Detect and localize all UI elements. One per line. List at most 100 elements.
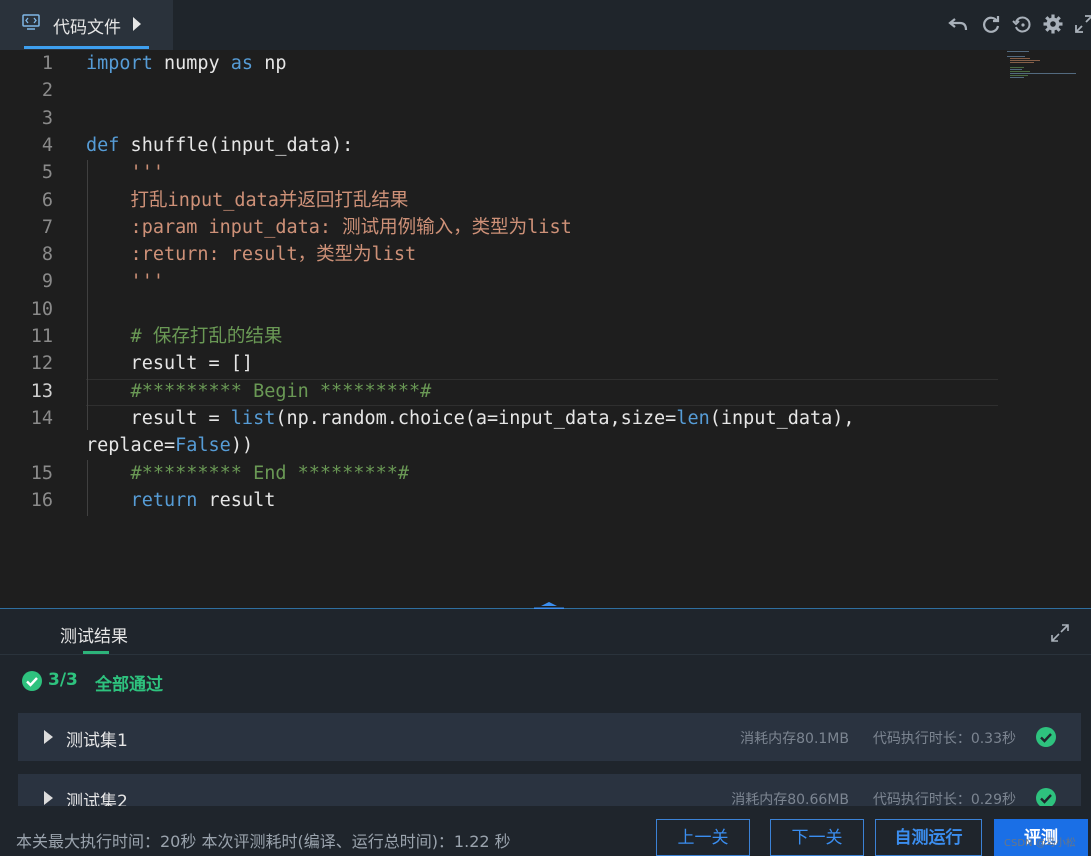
code-token: (input_data), (709, 407, 855, 429)
code-token: result (197, 489, 276, 511)
code-text: ''' (86, 268, 164, 295)
code-line[interactable]: 7 :param input_data: 测试用例输入，类型为list (0, 214, 1000, 241)
line-number: 11 (30, 326, 53, 347)
code-line[interactable]: 12 result = [] (0, 350, 1000, 377)
code-token: replace= (86, 435, 176, 457)
pass-status: 全部通过 (95, 675, 163, 695)
reset-history-icon[interactable] (1011, 13, 1033, 35)
line-number: 14 (30, 407, 53, 429)
code-token: len (676, 407, 710, 429)
code-token: 打乱input_data并返回打乱结果 (86, 189, 409, 211)
code-line[interactable]: 10 (0, 296, 1000, 323)
code-token: result = (86, 407, 231, 429)
line-number: 8 (41, 244, 53, 266)
line-number: 2 (41, 80, 53, 102)
test-results-panel: 测试结果 3/3 全部通过 测试集1 消耗内存80.1MB 代码执行时长：0.3… (0, 609, 1091, 822)
code-line[interactable]: 8 :return: result，类型为list (0, 241, 1000, 268)
code-token: False (175, 435, 231, 457)
code-file-icon (22, 14, 40, 30)
code-text: replace=False)) (86, 432, 253, 459)
code-token: shuffle(input_data): (119, 134, 354, 156)
code-token: list (230, 407, 276, 429)
tab-active-indicator (24, 46, 149, 49)
code-line[interactable]: 16 return result (0, 487, 1000, 514)
fullscreen-icon[interactable] (1073, 13, 1091, 35)
watermark: CSDN @马小松 (1004, 838, 1076, 849)
line-number: 12 (30, 353, 53, 375)
code-text: 打乱input_data并返回打乱结果 (86, 187, 409, 214)
prev-level-button[interactable]: 上一关 (656, 819, 750, 856)
refresh-icon[interactable] (980, 13, 1002, 35)
test-set-label: 测试集1 (66, 731, 128, 751)
code-line[interactable]: 4 def shuffle(input_data): (0, 132, 1000, 159)
code-token: :return: result，类型为list (86, 244, 417, 266)
execution-limit-info: 本关最大执行时间：20秒 本次评测耗时(编译、运行总时间)：1.22 秒 (16, 832, 511, 851)
code-token: result = [] (86, 353, 254, 375)
check-circle-icon (1036, 788, 1056, 808)
expand-icon[interactable] (1050, 623, 1070, 643)
line-number: 9 (41, 271, 53, 293)
code-token: )) (230, 435, 254, 457)
test-set-row[interactable]: 测试集1 消耗内存80.1MB 代码执行时长：0.33秒 (18, 713, 1081, 761)
code-text: return result (86, 487, 276, 514)
results-header: 测试结果 (0, 609, 1091, 655)
memory-usage: 消耗内存80.1MB (740, 731, 849, 747)
code-line[interactable]: replace=False)) (0, 432, 1000, 459)
editor-toolbar: 代码文件 (0, 0, 1091, 50)
caret-right-icon[interactable] (133, 17, 141, 31)
line-number: 3 (41, 107, 53, 129)
minimap[interactable] (1005, 50, 1085, 90)
footer-bar: 本关最大执行时间：20秒 本次评测耗时(编译、运行总时间)：1.22 秒 上一关… (0, 806, 1091, 856)
line-number: 1 (41, 53, 53, 74)
code-token: np (253, 53, 287, 74)
line-number: 4 (41, 134, 53, 156)
code-token: return (130, 489, 198, 511)
code-token: as (230, 53, 254, 74)
self-test-run-button[interactable]: 自测运行 (875, 819, 982, 856)
code-token: (np.random.choice(a=input_data,size= (275, 407, 677, 429)
next-level-button[interactable]: 下一关 (770, 819, 864, 856)
line-number: 13 (30, 380, 53, 402)
code-token: def (86, 134, 120, 156)
code-text: def shuffle(input_data): (86, 132, 353, 159)
line-number: 5 (41, 162, 53, 184)
code-editor[interactable]: 1 import numpy as np 2 3 4 def shuffle(input_… (0, 50, 1091, 608)
code-text: :param input_data: 测试用例输入，类型为list (86, 214, 572, 241)
pass-count: 3/3 (48, 670, 78, 690)
execution-time: 代码执行时长：0.33秒 (872, 731, 1016, 747)
code-text: # 保存打乱的结果 (86, 323, 283, 350)
code-line[interactable]: 15 #********* End *********# (0, 460, 1000, 487)
code-line[interactable]: 14 result = list(np.random.choice(a=inpu… (0, 405, 1000, 432)
caret-right-icon[interactable] (44, 730, 53, 744)
code-token: ''' (86, 271, 164, 293)
code-line[interactable]: 5 ''' (0, 159, 1000, 186)
code-line[interactable]: 1 import numpy as np (0, 50, 1000, 77)
caret-right-icon[interactable] (44, 791, 53, 805)
code-token: # 保存打乱的结果 (86, 326, 283, 347)
code-line[interactable]: 9 ''' (0, 268, 1000, 295)
code-text: :return: result，类型为list (86, 241, 417, 268)
code-line[interactable]: 11 # 保存打乱的结果 (0, 323, 1000, 350)
tab-label: 代码文件 (53, 18, 121, 38)
line-number: 16 (30, 489, 53, 511)
code-text: result = list(np.random.choice(a=input_d… (86, 405, 855, 432)
code-token: ''' (86, 162, 164, 184)
code-text: result = [] (86, 350, 254, 377)
tab-code-file[interactable]: 代码文件 (0, 0, 173, 50)
code-token: numpy (152, 53, 231, 74)
code-token: #********* End *********# (86, 462, 410, 484)
code-text: ''' (86, 159, 164, 186)
code-line[interactable]: 3 (0, 105, 1000, 132)
code-text: #********* End *********# (86, 460, 409, 487)
undo-icon[interactable] (947, 13, 969, 35)
line-number: 7 (41, 216, 53, 238)
code-line[interactable]: 2 (0, 77, 1000, 104)
line-number: 10 (30, 298, 53, 320)
code-line[interactable]: 6 打乱input_data并返回打乱结果 (0, 187, 1000, 214)
gear-icon[interactable] (1042, 13, 1064, 35)
line-number: 6 (41, 189, 53, 211)
tab-test-results[interactable]: 测试结果 (60, 622, 128, 647)
line-number: 15 (30, 462, 53, 484)
code-line[interactable]: 13 #********* Begin *********# (0, 378, 1000, 405)
